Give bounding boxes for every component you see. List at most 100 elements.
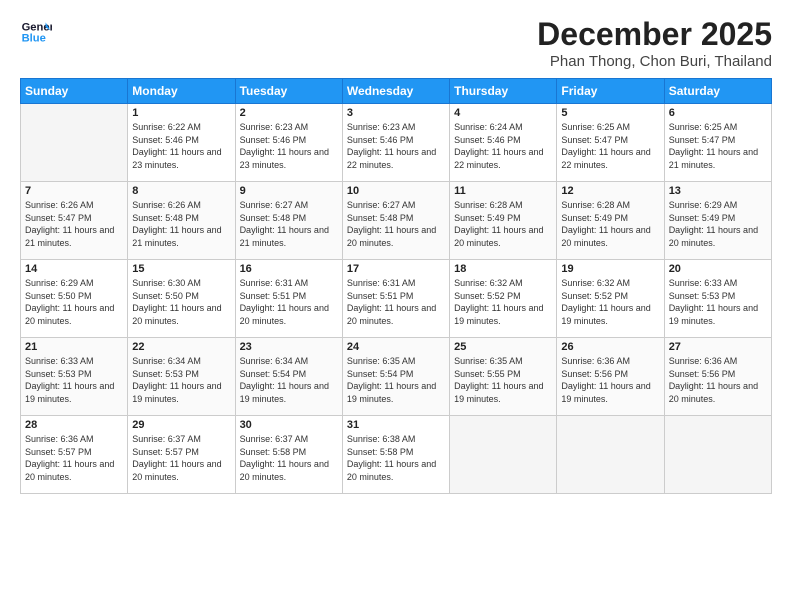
calendar-cell: 25 Sunrise: 6:35 AMSunset: 5:55 PMDaylig…: [450, 338, 557, 416]
calendar-cell: 1 Sunrise: 6:22 AMSunset: 5:46 PMDayligh…: [128, 104, 235, 182]
calendar-cell: 17 Sunrise: 6:31 AMSunset: 5:51 PMDaylig…: [342, 260, 449, 338]
day-info: Sunrise: 6:31 AMSunset: 5:51 PMDaylight:…: [240, 277, 338, 327]
day-info: Sunrise: 6:27 AMSunset: 5:48 PMDaylight:…: [240, 199, 338, 249]
col-thursday: Thursday: [450, 79, 557, 104]
calendar-cell: 14 Sunrise: 6:29 AMSunset: 5:50 PMDaylig…: [21, 260, 128, 338]
day-number: 5: [561, 107, 659, 119]
day-info: Sunrise: 6:25 AMSunset: 5:47 PMDaylight:…: [669, 121, 767, 171]
calendar-cell: 9 Sunrise: 6:27 AMSunset: 5:48 PMDayligh…: [235, 182, 342, 260]
calendar-cell: 15 Sunrise: 6:30 AMSunset: 5:50 PMDaylig…: [128, 260, 235, 338]
day-info: Sunrise: 6:37 AMSunset: 5:58 PMDaylight:…: [240, 433, 338, 483]
day-info: Sunrise: 6:36 AMSunset: 5:57 PMDaylight:…: [25, 433, 123, 483]
calendar-cell: 11 Sunrise: 6:28 AMSunset: 5:49 PMDaylig…: [450, 182, 557, 260]
day-info: Sunrise: 6:35 AMSunset: 5:54 PMDaylight:…: [347, 355, 445, 405]
day-info: Sunrise: 6:34 AMSunset: 5:54 PMDaylight:…: [240, 355, 338, 405]
calendar-cell: 2 Sunrise: 6:23 AMSunset: 5:46 PMDayligh…: [235, 104, 342, 182]
calendar-cell: 21 Sunrise: 6:33 AMSunset: 5:53 PMDaylig…: [21, 338, 128, 416]
calendar-cell: [21, 104, 128, 182]
calendar-cell: 28 Sunrise: 6:36 AMSunset: 5:57 PMDaylig…: [21, 416, 128, 494]
day-number: 2: [240, 107, 338, 119]
day-number: 31: [347, 419, 445, 431]
day-info: Sunrise: 6:37 AMSunset: 5:57 PMDaylight:…: [132, 433, 230, 483]
day-number: 25: [454, 341, 552, 353]
day-info: Sunrise: 6:29 AMSunset: 5:49 PMDaylight:…: [669, 199, 767, 249]
day-info: Sunrise: 6:23 AMSunset: 5:46 PMDaylight:…: [347, 121, 445, 171]
day-info: Sunrise: 6:22 AMSunset: 5:46 PMDaylight:…: [132, 121, 230, 171]
day-info: Sunrise: 6:35 AMSunset: 5:55 PMDaylight:…: [454, 355, 552, 405]
title-block: December 2025 Phan Thong, Chon Buri, Tha…: [537, 16, 772, 70]
calendar-cell: [664, 416, 771, 494]
calendar-cell: 23 Sunrise: 6:34 AMSunset: 5:54 PMDaylig…: [235, 338, 342, 416]
calendar-cell: 20 Sunrise: 6:33 AMSunset: 5:53 PMDaylig…: [664, 260, 771, 338]
calendar-week-4: 21 Sunrise: 6:33 AMSunset: 5:53 PMDaylig…: [21, 338, 772, 416]
day-number: 13: [669, 185, 767, 197]
day-number: 22: [132, 341, 230, 353]
calendar-cell: 31 Sunrise: 6:38 AMSunset: 5:58 PMDaylig…: [342, 416, 449, 494]
calendar-cell: 19 Sunrise: 6:32 AMSunset: 5:52 PMDaylig…: [557, 260, 664, 338]
logo: General Blue: [20, 16, 52, 48]
calendar-cell: 12 Sunrise: 6:28 AMSunset: 5:49 PMDaylig…: [557, 182, 664, 260]
calendar-cell: 4 Sunrise: 6:24 AMSunset: 5:46 PMDayligh…: [450, 104, 557, 182]
day-info: Sunrise: 6:23 AMSunset: 5:46 PMDaylight:…: [240, 121, 338, 171]
day-number: 18: [454, 263, 552, 275]
calendar-cell: [557, 416, 664, 494]
header: General Blue December 2025 Phan Thong, C…: [20, 16, 772, 70]
day-info: Sunrise: 6:26 AMSunset: 5:48 PMDaylight:…: [132, 199, 230, 249]
day-number: 10: [347, 185, 445, 197]
logo-icon: General Blue: [20, 16, 52, 48]
col-wednesday: Wednesday: [342, 79, 449, 104]
calendar-cell: 10 Sunrise: 6:27 AMSunset: 5:48 PMDaylig…: [342, 182, 449, 260]
subtitle: Phan Thong, Chon Buri, Thailand: [537, 53, 772, 70]
day-number: 19: [561, 263, 659, 275]
calendar-cell: 16 Sunrise: 6:31 AMSunset: 5:51 PMDaylig…: [235, 260, 342, 338]
day-number: 29: [132, 419, 230, 431]
day-info: Sunrise: 6:26 AMSunset: 5:47 PMDaylight:…: [25, 199, 123, 249]
day-number: 4: [454, 107, 552, 119]
calendar-page: General Blue December 2025 Phan Thong, C…: [0, 0, 792, 612]
day-number: 12: [561, 185, 659, 197]
day-number: 24: [347, 341, 445, 353]
calendar-cell: 5 Sunrise: 6:25 AMSunset: 5:47 PMDayligh…: [557, 104, 664, 182]
col-friday: Friday: [557, 79, 664, 104]
day-number: 3: [347, 107, 445, 119]
day-info: Sunrise: 6:36 AMSunset: 5:56 PMDaylight:…: [669, 355, 767, 405]
calendar-cell: 13 Sunrise: 6:29 AMSunset: 5:49 PMDaylig…: [664, 182, 771, 260]
calendar-cell: 7 Sunrise: 6:26 AMSunset: 5:47 PMDayligh…: [21, 182, 128, 260]
col-tuesday: Tuesday: [235, 79, 342, 104]
day-number: 28: [25, 419, 123, 431]
month-title: December 2025: [537, 16, 772, 53]
day-number: 23: [240, 341, 338, 353]
calendar-cell: 30 Sunrise: 6:37 AMSunset: 5:58 PMDaylig…: [235, 416, 342, 494]
day-info: Sunrise: 6:28 AMSunset: 5:49 PMDaylight:…: [454, 199, 552, 249]
calendar-week-5: 28 Sunrise: 6:36 AMSunset: 5:57 PMDaylig…: [21, 416, 772, 494]
calendar-cell: 27 Sunrise: 6:36 AMSunset: 5:56 PMDaylig…: [664, 338, 771, 416]
col-sunday: Sunday: [21, 79, 128, 104]
day-info: Sunrise: 6:33 AMSunset: 5:53 PMDaylight:…: [25, 355, 123, 405]
day-number: 17: [347, 263, 445, 275]
day-number: 14: [25, 263, 123, 275]
day-number: 8: [132, 185, 230, 197]
day-number: 21: [25, 341, 123, 353]
day-info: Sunrise: 6:36 AMSunset: 5:56 PMDaylight:…: [561, 355, 659, 405]
calendar-table: Sunday Monday Tuesday Wednesday Thursday…: [20, 78, 772, 494]
day-info: Sunrise: 6:24 AMSunset: 5:46 PMDaylight:…: [454, 121, 552, 171]
calendar-cell: 18 Sunrise: 6:32 AMSunset: 5:52 PMDaylig…: [450, 260, 557, 338]
day-number: 15: [132, 263, 230, 275]
day-info: Sunrise: 6:29 AMSunset: 5:50 PMDaylight:…: [25, 277, 123, 327]
day-info: Sunrise: 6:31 AMSunset: 5:51 PMDaylight:…: [347, 277, 445, 327]
day-info: Sunrise: 6:25 AMSunset: 5:47 PMDaylight:…: [561, 121, 659, 171]
day-number: 6: [669, 107, 767, 119]
day-info: Sunrise: 6:32 AMSunset: 5:52 PMDaylight:…: [454, 277, 552, 327]
calendar-cell: [450, 416, 557, 494]
day-number: 26: [561, 341, 659, 353]
day-info: Sunrise: 6:30 AMSunset: 5:50 PMDaylight:…: [132, 277, 230, 327]
day-info: Sunrise: 6:28 AMSunset: 5:49 PMDaylight:…: [561, 199, 659, 249]
day-number: 30: [240, 419, 338, 431]
day-number: 20: [669, 263, 767, 275]
day-number: 9: [240, 185, 338, 197]
day-number: 11: [454, 185, 552, 197]
svg-text:Blue: Blue: [22, 33, 46, 45]
calendar-cell: 6 Sunrise: 6:25 AMSunset: 5:47 PMDayligh…: [664, 104, 771, 182]
calendar-week-3: 14 Sunrise: 6:29 AMSunset: 5:50 PMDaylig…: [21, 260, 772, 338]
calendar-cell: 3 Sunrise: 6:23 AMSunset: 5:46 PMDayligh…: [342, 104, 449, 182]
